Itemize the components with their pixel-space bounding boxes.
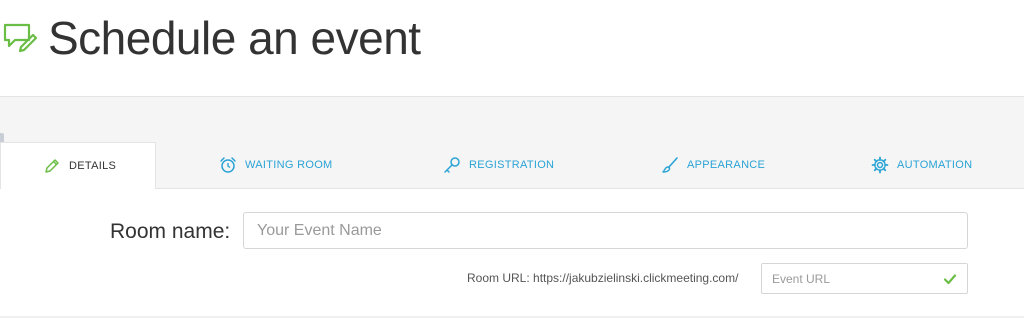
check-icon bbox=[943, 274, 957, 285]
tab-label: AUTOMATION bbox=[897, 159, 973, 171]
tab-appearance[interactable]: APPEARANCE bbox=[661, 142, 765, 188]
tab-registration[interactable]: REGISTRATION bbox=[443, 142, 554, 188]
tab-label: REGISTRATION bbox=[469, 159, 555, 171]
room-name-input[interactable] bbox=[243, 212, 968, 249]
tab-bar: DETAILS WAITING ROOM REGISTRATION APPEAR… bbox=[0, 142, 1024, 189]
pencil-icon bbox=[45, 159, 59, 173]
tab-automation[interactable]: AUTOMATION bbox=[871, 142, 972, 188]
alarm-clock-icon bbox=[220, 157, 236, 173]
tab-label: APPEARANCE bbox=[687, 159, 766, 171]
room-name-label: Room name: bbox=[110, 220, 231, 243]
tab-waiting-room[interactable]: WAITING ROOM bbox=[219, 142, 333, 188]
tab-label: DETAILS bbox=[69, 160, 117, 172]
brush-icon bbox=[662, 157, 678, 173]
tab-label: WAITING ROOM bbox=[245, 159, 333, 171]
room-url-label: Room URL: https://jakubzielinski.clickme… bbox=[467, 271, 739, 285]
event-url-input[interactable] bbox=[762, 264, 932, 293]
details-content bbox=[0, 188, 1024, 318]
key-icon bbox=[444, 157, 460, 173]
tab-details[interactable]: DETAILS bbox=[0, 142, 156, 189]
page-header: Schedule an event bbox=[0, 0, 1024, 96]
page-title: Schedule an event bbox=[48, 12, 421, 64]
chat-edit-icon bbox=[3, 23, 38, 53]
event-url-field bbox=[761, 263, 968, 294]
gear-icon bbox=[871, 156, 889, 174]
